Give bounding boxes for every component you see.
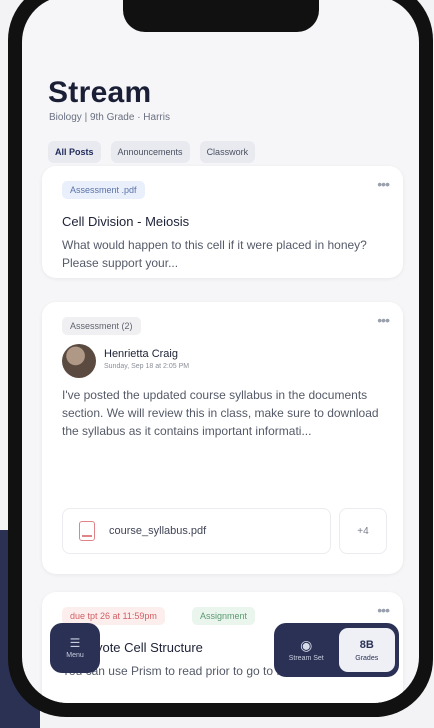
more-options-icon[interactable]: ••• — [377, 176, 390, 192]
post-body: What would happen to this cell if it wer… — [62, 238, 367, 270]
tab-announcements[interactable]: Announcements — [110, 141, 190, 163]
grades-view-label: Grades — [355, 655, 379, 662]
menu-label: Menu — [66, 652, 84, 659]
stream-icon: ◉ — [300, 637, 313, 653]
grades-view-button[interactable]: 8B Grades — [338, 628, 395, 672]
post-title: Cell Division - Meiosis — [62, 214, 190, 229]
tab-all-posts[interactable]: All Posts — [48, 141, 101, 163]
view-switcher: ◉ Stream Set 8B Grades — [274, 623, 399, 677]
post-card-assessment[interactable]: Assessment .pdf ••• Cell Division - Meio… — [42, 166, 403, 278]
author-name: Henrietta Craig — [104, 348, 178, 360]
menu-button[interactable]: ☰ Menu — [50, 623, 100, 673]
grades-icon: 8B — [359, 639, 374, 651]
stream-view-button[interactable]: ◉ Stream Set — [278, 628, 335, 672]
phone-notch — [122, 0, 319, 32]
tab-classwork[interactable]: Classwork — [199, 141, 256, 163]
post-type-badge: Assessment (2) — [62, 317, 141, 335]
page-title: Stream — [48, 76, 152, 109]
bottom-navigation: ☰ Menu ◉ Stream Set 8B Grades — [22, 603, 419, 703]
stream-view-label: Stream Set — [288, 655, 324, 662]
post-date: Sunday, Sep 18 at 2:05 PM — [104, 363, 190, 370]
more-attachments-button[interactable]: +4 — [339, 508, 387, 554]
post-type-badge: Assessment .pdf — [62, 181, 145, 199]
attachment-name: course_syllabus.pdf — [109, 525, 207, 537]
app-screen: Stream Biology | 9th Grade · Harris All … — [22, 0, 419, 703]
attachments: course_syllabus.pdf +4 — [62, 508, 387, 554]
phone-frame: Stream Biology | 9th Grade · Harris All … — [8, 0, 433, 717]
attachment-file[interactable]: course_syllabus.pdf — [62, 508, 331, 554]
filter-tabs: All Posts Announcements Classwork — [48, 141, 419, 163]
post-body: I've posted the updated course syllabus … — [62, 388, 379, 438]
post-card-announcement[interactable]: Assessment (2) ••• Henrietta Craig Sunda… — [42, 302, 403, 574]
avatar — [62, 344, 96, 378]
menu-icon: ☰ — [69, 636, 81, 650]
more-options-icon[interactable]: ••• — [377, 312, 390, 328]
pdf-file-icon — [79, 521, 95, 541]
class-subtitle: Biology | 9th Grade · Harris — [49, 112, 170, 123]
